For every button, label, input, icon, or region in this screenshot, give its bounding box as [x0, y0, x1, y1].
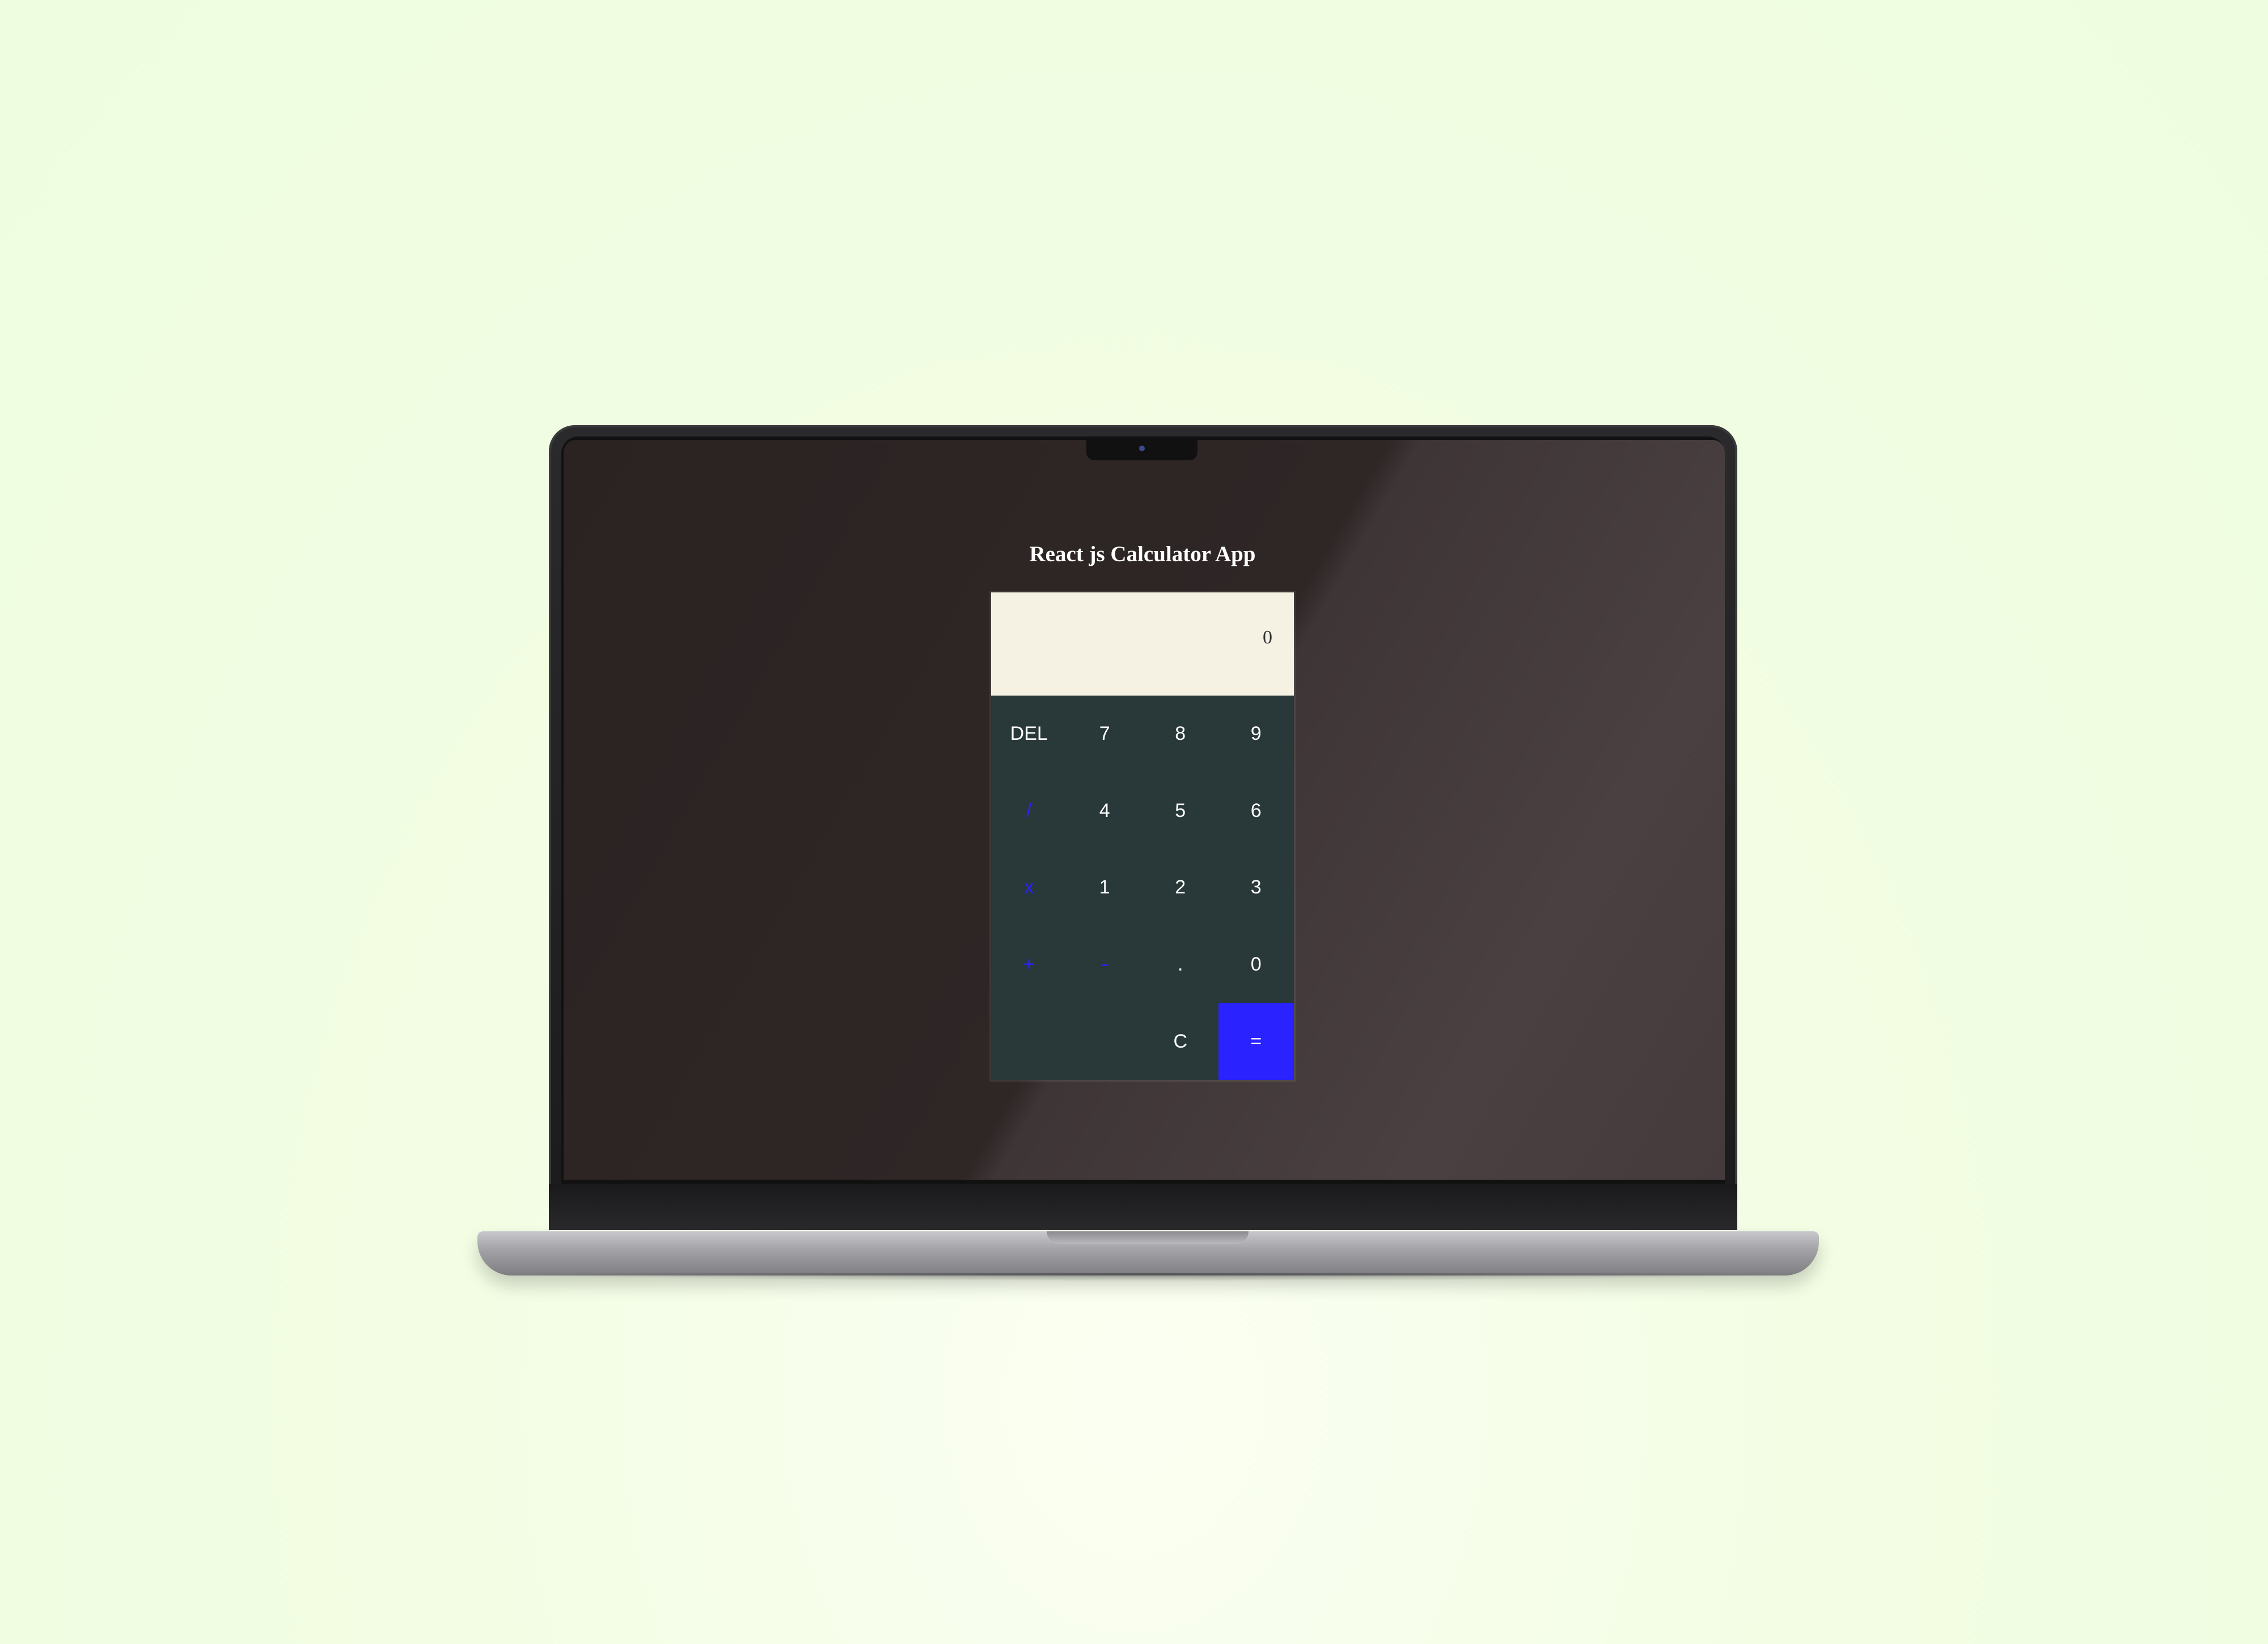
- delete-button[interactable]: DEL: [991, 696, 1067, 773]
- app-title: React js Calculator App: [1029, 542, 1256, 566]
- clear-button[interactable]: C: [1143, 1003, 1218, 1080]
- digit-6-button[interactable]: 6: [1218, 773, 1294, 850]
- calculator: 0 DEL 7 8 9 / 4 5 6 x 1 2 3 + - . 0 C =: [991, 592, 1294, 1080]
- digit-1-button[interactable]: 1: [1067, 849, 1143, 926]
- digit-4-button[interactable]: 4: [1067, 773, 1143, 850]
- calculator-keypad: DEL 7 8 9 / 4 5 6 x 1 2 3 + - . 0 C =: [991, 696, 1294, 1080]
- add-button[interactable]: +: [991, 926, 1067, 1003]
- digit-8-button[interactable]: 8: [1143, 696, 1218, 773]
- camera-icon: [1139, 446, 1145, 451]
- decimal-point-button[interactable]: .: [1143, 926, 1218, 1003]
- digit-7-button[interactable]: 7: [1067, 696, 1143, 773]
- multiply-button[interactable]: x: [991, 849, 1067, 926]
- digit-5-button[interactable]: 5: [1143, 773, 1218, 850]
- digit-3-button[interactable]: 3: [1218, 849, 1294, 926]
- laptop-chin: [549, 1184, 1737, 1230]
- digit-9-button[interactable]: 9: [1218, 696, 1294, 773]
- calculator-display: 0: [991, 592, 1294, 696]
- equals-button[interactable]: =: [1218, 1003, 1294, 1080]
- subtract-button[interactable]: -: [1067, 926, 1143, 1003]
- empty-key-slot: [1067, 1003, 1143, 1080]
- empty-key-slot: [991, 1003, 1067, 1080]
- laptop-lid-opening-notch: [1047, 1231, 1249, 1244]
- digit-2-button[interactable]: 2: [1143, 849, 1218, 926]
- laptop-shadow: [488, 1273, 1809, 1281]
- divide-button[interactable]: /: [991, 773, 1067, 850]
- digit-0-button[interactable]: 0: [1218, 926, 1294, 1003]
